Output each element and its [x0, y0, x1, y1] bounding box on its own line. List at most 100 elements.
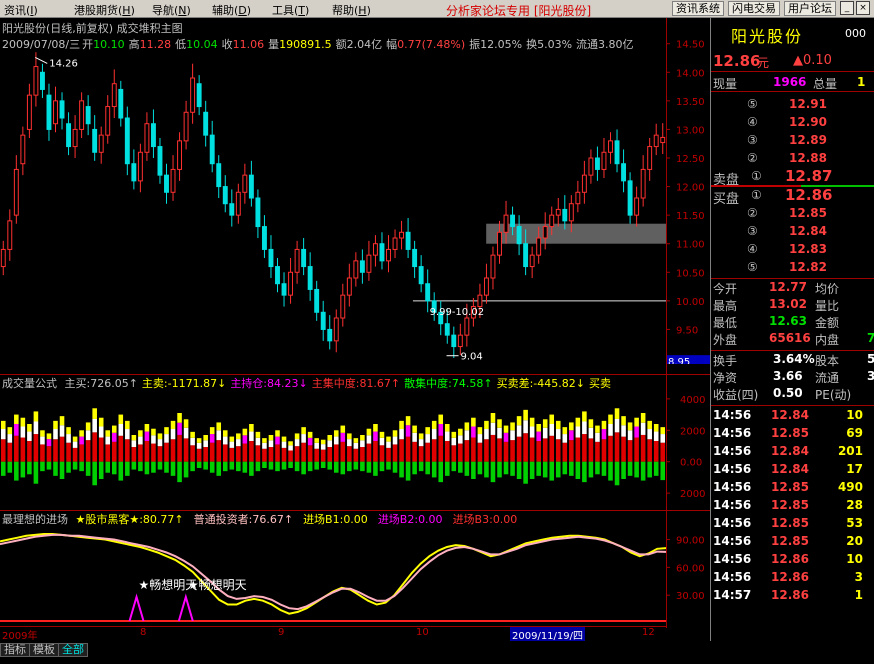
ask-price: 12.91	[789, 97, 827, 111]
candle-body	[301, 248, 307, 268]
volume-bar-buy	[653, 440, 659, 462]
tick-volume: 3	[854, 570, 863, 584]
volume-bar-top	[373, 424, 378, 432]
stat-row: 最高 13.02 量比	[711, 297, 874, 314]
volume-bar-top	[451, 431, 457, 438]
volume-bar-buy	[347, 446, 352, 462]
close-value: 11.06	[232, 38, 265, 51]
volume-bar-sell	[190, 461, 195, 472]
volume-bar-buy	[92, 432, 97, 462]
volume-bar-hold	[497, 427, 502, 439]
volume-bar-buy	[451, 445, 457, 462]
candlestick-chart[interactable]: 14.50 14.00 13.50 13.00 12.50 12.00 11.50 11.00…	[0, 18, 710, 364]
menu-tools[interactable]: 工具(T)	[272, 2, 309, 18]
bid-row[interactable]: ④ 12.83	[711, 241, 874, 259]
tab-indicator[interactable]: 指标	[0, 643, 30, 657]
menu-info[interactable]: 资讯(I)	[4, 2, 38, 18]
user-forum-button[interactable]: 用户论坛	[784, 1, 836, 16]
candle-body	[379, 243, 385, 262]
volume-bar-top	[562, 427, 568, 435]
stat-value: 7	[867, 331, 874, 345]
ask-row[interactable]: ④ 12.90	[711, 114, 874, 132]
volume-pane[interactable]: 4000 2000 0.00 2000	[0, 375, 710, 506]
candle-body	[634, 197, 640, 216]
volume-bar-hold	[444, 431, 450, 441]
range-label: 9.99-10.02	[430, 307, 485, 318]
stat-row: 净资 3.66 流通 3	[711, 369, 874, 386]
volume-bar-buy	[33, 434, 39, 462]
ask-row[interactable]: ③ 12.89	[711, 132, 874, 150]
ask-row[interactable]: ② 12.88	[711, 150, 874, 168]
candle-body	[647, 146, 653, 170]
volume-bar-buy	[196, 448, 202, 462]
price-chart-pane[interactable]: 14.50 14.00 13.50 13.00 12.50 12.00 11.50 11.00…	[0, 18, 710, 364]
ask-row[interactable]: ⑤ 12.91	[711, 96, 874, 114]
volume-bar-sell	[320, 461, 326, 468]
candle-body	[581, 174, 587, 193]
close-icon[interactable]: ×	[856, 1, 870, 15]
volume-bar-sell	[412, 461, 417, 475]
volume-bar-hold	[392, 436, 398, 445]
info-system-button[interactable]: 资讯系统	[672, 1, 724, 16]
axis-tick-label: 14.50	[676, 40, 705, 51]
candle-body	[20, 134, 26, 165]
menu-assist[interactable]: 辅助(D)	[212, 2, 251, 18]
volume-bar-top	[7, 427, 13, 435]
indicator-legend-item: 进场B2:0.00	[377, 513, 443, 526]
volume-bar-sell	[608, 461, 613, 481]
tick-row: 14:56 12.84 201	[711, 443, 874, 461]
volume-bar-buy	[431, 439, 437, 462]
indicator-chart[interactable]: 90.0060.0030.00★畅想明天★畅想明天	[0, 511, 710, 626]
tick-row: 14:56 12.86 3	[711, 569, 874, 587]
indicator-pane[interactable]: 90.00 60.00 30.00 ★畅想明天 ★畅想明天	[0, 511, 710, 626]
candle-body	[483, 277, 489, 296]
candle-body	[39, 71, 45, 90]
volume-bar-sell	[222, 461, 228, 472]
volume-bar-buy	[98, 437, 104, 462]
last-price: 12.86	[713, 52, 761, 70]
minimize-icon[interactable]: _	[840, 1, 854, 15]
flash-trade-button[interactable]: 闪电交易	[728, 1, 780, 16]
volume-bar-sell	[464, 461, 470, 476]
candle-body	[333, 317, 339, 342]
candle-body	[229, 203, 235, 216]
menu-help[interactable]: 帮助(H)	[332, 2, 371, 18]
tab-template[interactable]: 模板	[29, 643, 59, 657]
bid-row[interactable]: ⑤ 12.82	[711, 259, 874, 277]
total-volume-label: 总量	[813, 77, 838, 91]
volume-bar-hold	[27, 431, 32, 441]
ask-row[interactable]: 卖盘 ① 12.87	[711, 167, 874, 188]
candle-body	[412, 248, 418, 268]
volume-bar-sell	[307, 461, 313, 472]
volume-bar-sell	[196, 461, 202, 468]
volume-chart[interactable]: 4000 2000 0.00 2000	[0, 375, 710, 506]
volume-bar-hold	[425, 434, 430, 443]
menu-navigate[interactable]: 导航(N)	[152, 2, 191, 18]
volume-bar-buy	[157, 446, 163, 462]
volume-bar-buy	[7, 442, 13, 462]
bid-row[interactable]: 买盘 ① 12.86	[711, 186, 874, 207]
candle-body	[346, 277, 352, 296]
tick-volume: 201	[837, 444, 863, 458]
volume-bar-sell	[490, 461, 496, 483]
volume-bar-buy	[229, 447, 235, 462]
bid-row[interactable]: ② 12.85	[711, 205, 874, 223]
bid-row[interactable]: ③ 12.84	[711, 223, 874, 241]
tab-all[interactable]: 全部	[58, 643, 88, 657]
candle-body	[444, 323, 450, 336]
stat-label: 均价	[815, 282, 840, 296]
stat-row: 收益(四) 0.50 PE(动)	[711, 386, 874, 403]
volume-bar-sell	[634, 461, 639, 478]
candle-body	[183, 111, 189, 142]
volume-bar-hold	[236, 439, 241, 447]
menu-hk-futures[interactable]: 港股期货(H)	[74, 2, 135, 18]
tick-row: 14:56 12.85 53	[711, 515, 874, 533]
volume-bar-buy	[373, 440, 378, 462]
volume-bar-buy	[484, 439, 489, 462]
candle-body	[353, 260, 359, 279]
volume-bar-top	[242, 428, 248, 436]
volume-bar-hold	[653, 431, 659, 441]
axis-tick-label: 90.00	[676, 536, 705, 547]
volume-bar-buy	[340, 441, 346, 462]
volume-bar-top	[458, 428, 463, 436]
